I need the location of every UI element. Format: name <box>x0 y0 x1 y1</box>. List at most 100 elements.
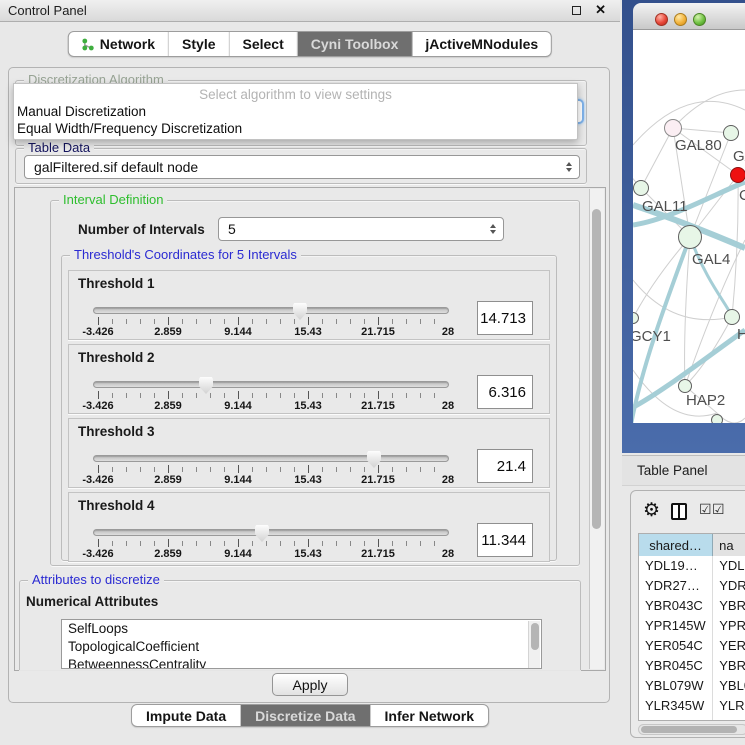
node-h[interactable] <box>724 309 740 325</box>
tab-style[interactable]: Style <box>169 32 229 56</box>
threshold-value-field[interactable]: 6.316 <box>477 375 533 409</box>
table-row[interactable]: YER054C YER0 <box>639 636 745 656</box>
tick-label: -3.426 <box>82 548 113 560</box>
table-header-row: shared… na <box>639 534 745 556</box>
gear-icon[interactable]: ⚙ <box>643 499 660 522</box>
tab-select[interactable]: Select <box>230 32 298 56</box>
table-row[interactable]: YBR043C YBR0 <box>639 596 745 616</box>
table-cell[interactable]: YLR345W <box>639 696 713 716</box>
threshold-row: Threshold 4 -3.4262.8599.14415.4321.7152… <box>68 492 550 562</box>
node-hap2[interactable] <box>678 379 692 393</box>
table-row[interactable]: YDL19… YDL1 <box>639 556 745 576</box>
table-cell[interactable]: YPR145W <box>639 616 713 636</box>
tick-label: 28 <box>442 548 454 560</box>
tick-label: 9.144 <box>224 548 252 560</box>
node-gal80[interactable] <box>664 119 682 137</box>
list-item[interactable]: SelfLoops <box>62 620 541 638</box>
numerical-attributes-list[interactable]: SelfLoops TopologicalCoefficient Between… <box>61 619 542 669</box>
tab-discretize-data[interactable]: Discretize Data <box>241 705 370 726</box>
float-window-icon[interactable] <box>572 6 581 15</box>
table-cell[interactable]: YBR0 <box>713 656 745 676</box>
node-top-right[interactable] <box>723 125 739 141</box>
threshold-slider[interactable]: -3.4262.8599.14415.4321.71528 <box>93 377 449 413</box>
checkbox-icon[interactable]: ☑ <box>712 502 725 516</box>
table-cell[interactable]: YDL19… <box>639 556 713 576</box>
table-row[interactable]: YDR27… YDR2 <box>639 576 745 596</box>
table-row[interactable]: YIL052C YIL0 <box>639 716 745 721</box>
node-label-ga-partial: GA <box>733 148 745 165</box>
columns-icon[interactable] <box>671 503 687 520</box>
node-gal11[interactable] <box>633 180 649 196</box>
tab-network[interactable]: Network <box>69 32 169 56</box>
network-canvas[interactable]: GAL80 GA C GAL11 GAL4 GCY1 H HAP2 <box>633 30 745 423</box>
vertical-scrollbar[interactable] <box>589 189 604 669</box>
list-item[interactable]: BetweennessCentrality <box>62 656 541 669</box>
tick-label: 15.43 <box>294 326 322 338</box>
threshold-slider[interactable]: -3.4262.8599.14415.4321.71528 <box>93 525 449 561</box>
table-row[interactable]: YBL079W YBL0 <box>639 676 745 696</box>
list-item[interactable]: TopologicalCoefficient <box>62 638 541 656</box>
table-header-name[interactable]: na <box>713 534 745 556</box>
table-header-shared-name[interactable]: shared… <box>639 534 713 556</box>
table-cell[interactable]: YDR2 <box>713 576 745 596</box>
checkbox-icon[interactable]: ☑ <box>699 502 712 516</box>
tab-infer-network[interactable]: Infer Network <box>371 705 488 726</box>
table-cell[interactable]: YIL052C <box>639 716 713 721</box>
table-cell[interactable]: YBR0 <box>713 596 745 616</box>
table-cell[interactable]: YER054C <box>639 636 713 656</box>
threshold-value-field[interactable]: 21.4 <box>477 449 533 483</box>
popup-item-equal-width[interactable]: Equal Width/Frequency Discretization <box>14 120 577 137</box>
control-panel-window: Control Panel ✕ Network Style Select Cyn… <box>0 0 620 745</box>
table-cell[interactable]: YBR043C <box>639 596 713 616</box>
threshold-slider[interactable]: -3.4262.8599.14415.4321.71528 <box>93 451 449 487</box>
node-gal4[interactable] <box>678 225 702 249</box>
table-data-group: Table Data galFiltered.sif default node <box>15 148 587 184</box>
table-cell[interactable]: YBR045C <box>639 656 713 676</box>
close-icon[interactable]: ✕ <box>595 4 606 16</box>
tab-impute-data[interactable]: Impute Data <box>132 705 241 726</box>
node-label-h-partial: H <box>737 326 745 343</box>
table-cell[interactable]: YLR3 <box>713 696 745 716</box>
threshold-slider[interactable]: -3.4262.8599.14415.4321.71528 <box>93 303 449 339</box>
table-row[interactable]: YLR345W YLR3 <box>639 696 745 716</box>
mac-zoom-button[interactable] <box>693 13 706 26</box>
table-cell[interactable]: YBL0 <box>713 676 745 696</box>
node-selected-red[interactable] <box>730 167 745 183</box>
slider-track[interactable] <box>93 307 449 314</box>
slider-track[interactable] <box>93 455 449 462</box>
table-row[interactable]: YBR045C YBR0 <box>639 656 745 676</box>
mac-close-button[interactable] <box>655 13 668 26</box>
tab-cyni-toolbox[interactable]: Cyni Toolbox <box>298 32 413 56</box>
threshold-value-field[interactable]: 14.713 <box>477 301 533 335</box>
list-scrollbar[interactable] <box>528 621 540 669</box>
table-cell[interactable]: YBL079W <box>639 676 713 696</box>
tick-label: 15.43 <box>294 400 322 412</box>
cyni-toolbox-panel: Discretization Algorithm Table Data galF… <box>8 67 610 703</box>
node-bottom-partial[interactable] <box>711 414 723 423</box>
table-panel: ⚙ ☑ ☑ shared… na YDL19… YDL1 YDR27… YDR2… <box>630 490 745 738</box>
slider-tick-labels: -3.4262.8599.14415.4321.71528 <box>98 474 448 486</box>
numerical-attributes-label: Numerical Attributes <box>26 594 158 609</box>
table-cell[interactable]: YPR1 <box>713 616 745 636</box>
table-data-combobox[interactable]: galFiltered.sif default node <box>24 155 580 179</box>
tick-label: -3.426 <box>82 326 113 338</box>
slider-track[interactable] <box>93 529 449 536</box>
table-row[interactable]: YPR145W YPR1 <box>639 616 745 636</box>
tick-label: 2.859 <box>154 474 182 486</box>
thresholds-group: Threshold's Coordinates for 5 Intervals … <box>61 255 557 561</box>
table-cell[interactable]: YDR27… <box>639 576 713 596</box>
slider-track[interactable] <box>93 381 449 388</box>
num-intervals-combobox[interactable]: 5 <box>218 217 504 241</box>
threshold-value-field[interactable]: 11.344 <box>477 523 533 557</box>
mac-minimize-button[interactable] <box>674 13 687 26</box>
table-cell[interactable]: YDL1 <box>713 556 745 576</box>
table-cell[interactable]: YER0 <box>713 636 745 656</box>
tab-jactivemnodules[interactable]: jActiveMNodules <box>412 32 551 56</box>
table-data-selected: galFiltered.sif default node <box>34 159 198 175</box>
table-cell[interactable]: YIL0 <box>713 716 745 721</box>
popup-item-manual[interactable]: Manual Discretization <box>14 103 577 120</box>
apply-button[interactable]: Apply <box>272 673 347 696</box>
tick-label: 2.859 <box>154 400 182 412</box>
horizontal-scrollbar[interactable] <box>638 724 745 735</box>
tick-label: 2.859 <box>154 326 182 338</box>
